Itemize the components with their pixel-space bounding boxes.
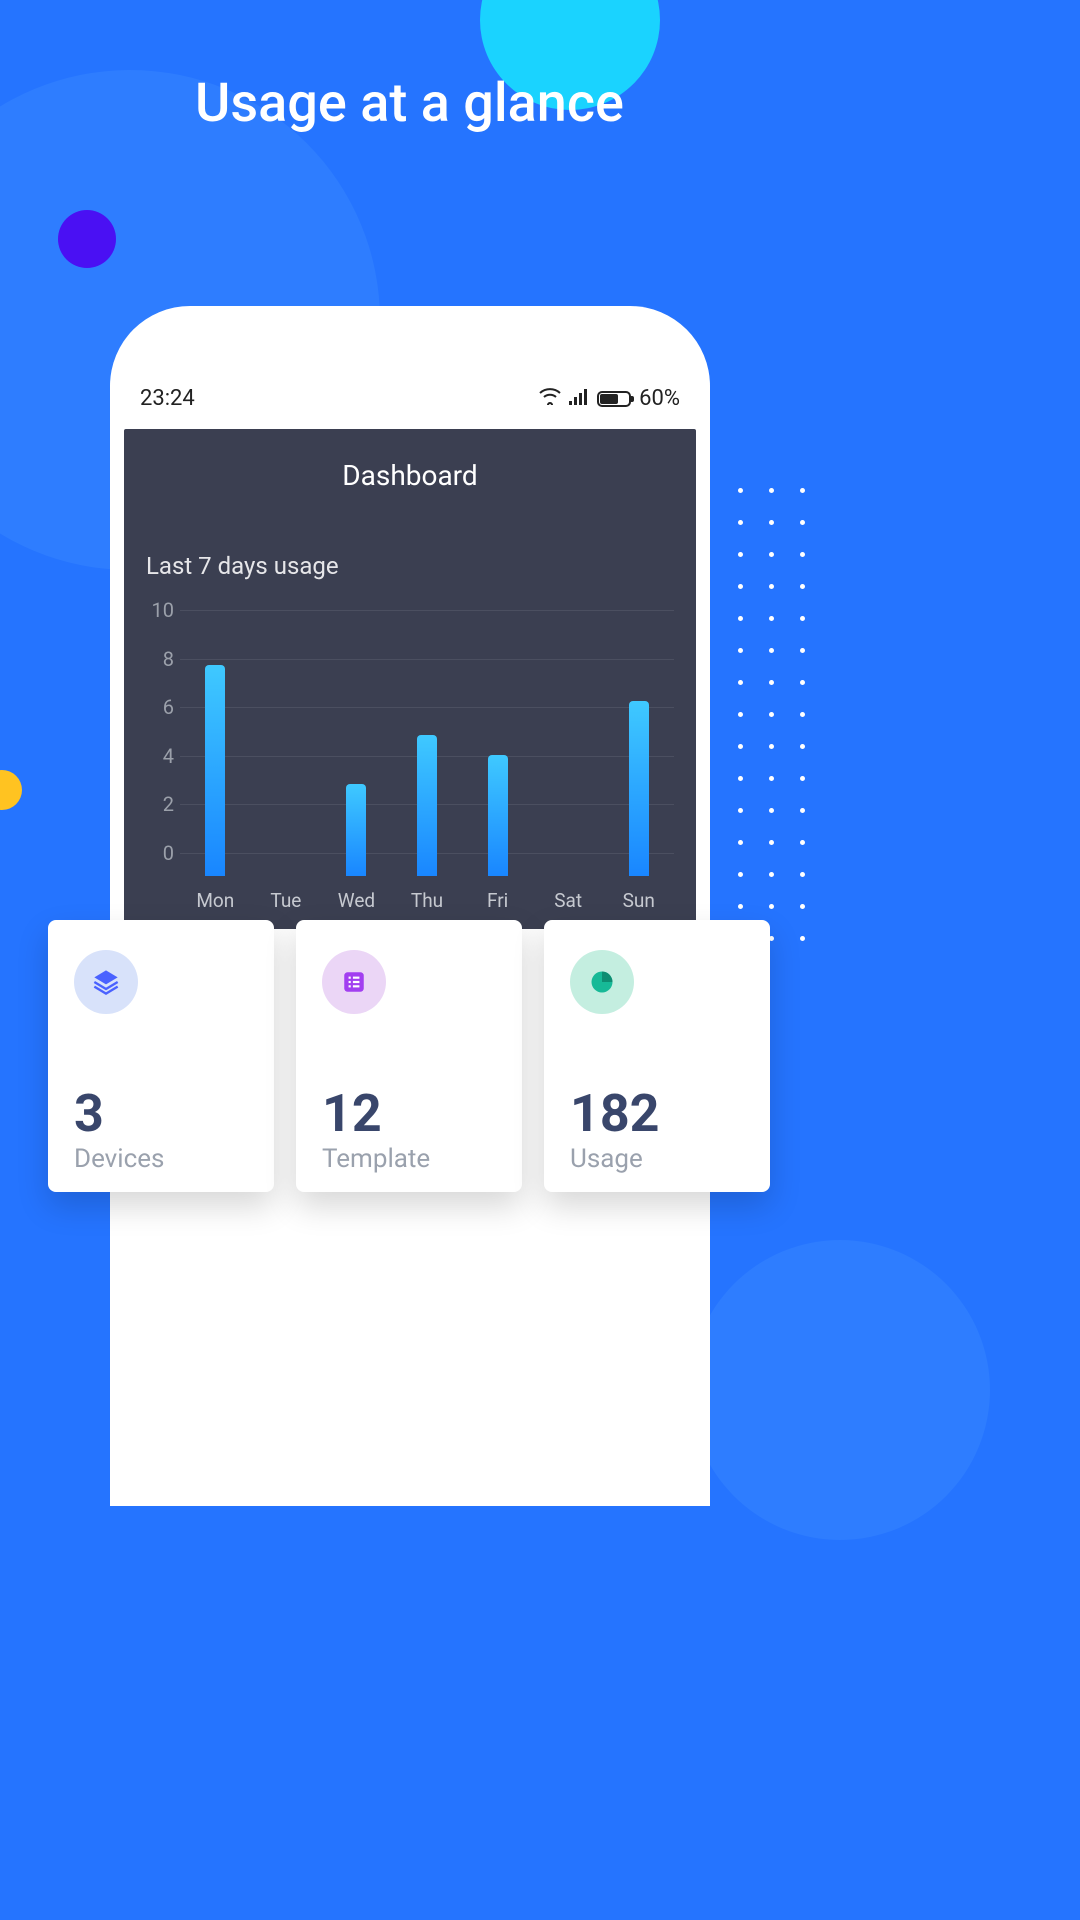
chart-bar	[629, 701, 649, 876]
chart-y-tick: 6	[146, 695, 174, 719]
chart-x-labels: MonTueWedThuFriSatSun	[180, 889, 674, 912]
dashboard-panel: Dashboard Last 7 days usage 0246810MonTu…	[124, 429, 696, 929]
bar-col	[603, 633, 674, 876]
chart-bar	[417, 735, 437, 876]
bg-decoration	[690, 1240, 990, 1540]
wifi-icon	[539, 386, 561, 411]
chart-bar	[346, 784, 366, 876]
chart-bar	[488, 755, 508, 877]
chart-gridline	[180, 610, 674, 611]
chart-x-tick: Sun	[603, 889, 674, 912]
bg-decoration	[58, 210, 116, 268]
chart-x-tick: Tue	[251, 889, 322, 912]
card-label: Usage	[570, 1144, 744, 1174]
chart-subtitle: Last 7 days usage	[146, 552, 674, 580]
bar-chart: 0246810MonTueWedThuFriSatSun	[180, 610, 674, 900]
summary-cards: 3 Devices 12 Template 182 Usage	[48, 920, 770, 1192]
card-value: 12	[322, 1088, 496, 1140]
dashboard-title: Dashboard	[146, 459, 674, 492]
chart-x-tick: Wed	[321, 889, 392, 912]
chart-x-tick: Mon	[180, 889, 251, 912]
bg-dot-grid	[738, 488, 805, 968]
status-right: 60%	[539, 386, 680, 411]
chart-y-tick: 8	[146, 647, 174, 671]
chart-bar	[205, 665, 225, 876]
summary-card[interactable]: 3 Devices	[48, 920, 274, 1192]
chart-bars	[180, 633, 674, 876]
list-icon	[322, 950, 386, 1014]
summary-card[interactable]: 12 Template	[296, 920, 522, 1192]
card-label: Devices	[74, 1144, 248, 1174]
chart-x-tick: Sat	[533, 889, 604, 912]
cellular-icon	[569, 386, 589, 411]
bar-col	[533, 633, 604, 876]
battery-icon	[597, 391, 631, 407]
layers-icon	[74, 950, 138, 1014]
card-label: Template	[322, 1144, 496, 1174]
summary-card[interactable]: 182 Usage	[544, 920, 770, 1192]
status-bar: 23:24 60%	[124, 386, 696, 429]
bar-col	[462, 633, 533, 876]
card-value: 3	[74, 1088, 248, 1140]
battery-percent: 60%	[639, 386, 680, 411]
chart-x-tick: Fri	[462, 889, 533, 912]
chart-y-tick: 0	[146, 841, 174, 865]
bar-col	[251, 633, 322, 876]
chart-x-tick: Thu	[392, 889, 463, 912]
bar-col	[321, 633, 392, 876]
chart-y-tick: 2	[146, 792, 174, 816]
bar-col	[392, 633, 463, 876]
status-time: 23:24	[140, 386, 195, 411]
chart-y-tick: 10	[146, 598, 174, 622]
phone-frame: 23:24 60% Dashboard Last 7 days usage 02…	[110, 306, 710, 1506]
chart-y-tick: 4	[146, 744, 174, 768]
page-title: Usage at a glance	[0, 72, 819, 135]
bg-decoration	[0, 770, 22, 810]
card-value: 182	[570, 1088, 744, 1140]
bar-col	[180, 633, 251, 876]
pie-icon	[570, 950, 634, 1014]
